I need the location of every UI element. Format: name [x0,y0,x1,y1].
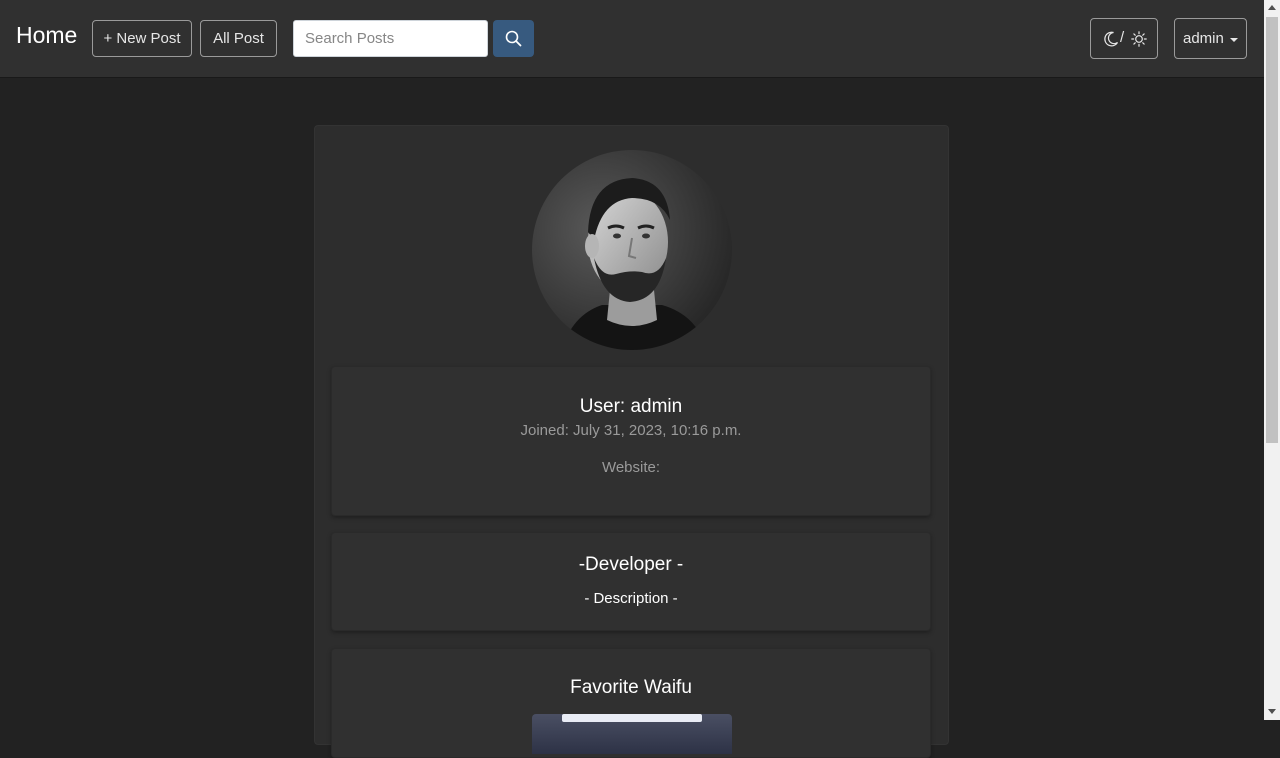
theme-toggle-separator: / [1120,29,1125,46]
search-button[interactable] [493,20,534,57]
navbar: Home + New Post All Post / [0,0,1264,77]
scroll-down-arrow-icon[interactable] [1268,709,1276,714]
user-menu-dropdown[interactable]: admin [1174,18,1247,59]
search-icon [505,30,522,47]
scrollbar-thumb[interactable] [1266,17,1278,443]
scroll-up-arrow-icon[interactable] [1268,5,1276,10]
search-input[interactable] [293,20,488,57]
avatar [532,150,732,350]
favorite-waifu-image [532,714,732,754]
favorite-waifu-card: Favorite Waifu [331,648,931,758]
waifu-image-banner [562,714,702,722]
avatar-photo [532,150,732,350]
user-menu-label: admin [1183,30,1224,47]
new-post-button[interactable]: + New Post [92,20,192,57]
theme-toggle-button[interactable]: / [1090,18,1158,59]
all-post-button[interactable]: All Post [200,20,277,57]
user-title: User: admin [579,396,683,417]
developer-card: -Developer - - Description - [331,532,931,631]
favorite-waifu-title: Favorite Waifu [570,677,692,698]
home-link[interactable]: Home [16,20,77,50]
sun-icon [1131,31,1147,47]
user-info-card: User: admin Joined: July 31, 2023, 10:16… [331,366,931,516]
developer-title: -Developer - [578,554,684,575]
caret-down-icon [1230,38,1238,42]
joined-date: Joined: July 31, 2023, 10:16 p.m. [520,422,742,439]
moon-icon [1104,31,1119,47]
developer-description: - Description - [584,590,678,607]
website-label: Website: [601,459,661,476]
page-scrollbar[interactable] [1264,0,1280,720]
